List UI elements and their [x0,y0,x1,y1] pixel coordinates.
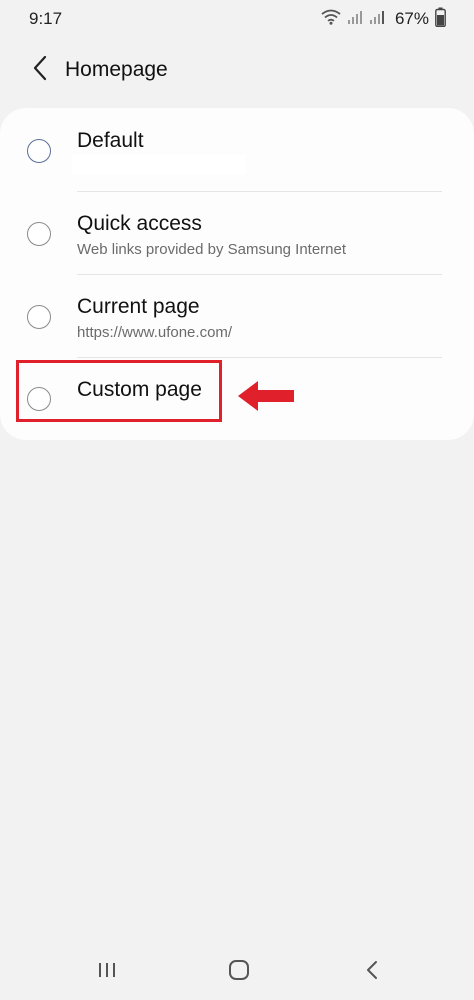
option-quick-access[interactable]: Quick access Web links provided by Samsu… [0,192,474,274]
back-icon [365,960,379,985]
option-title: Current page [77,295,200,318]
redacted-subtitle [72,155,246,175]
battery-percent: 67% [394,9,429,28]
app-header: Homepage [0,44,474,96]
status-time: 9:17 [29,9,63,28]
battery-icon [435,7,446,32]
radio-button[interactable] [27,305,51,329]
home-button[interactable] [219,954,259,990]
option-default[interactable]: Default [0,108,474,190]
system-nav-bar [0,944,474,1000]
back-button[interactable] [14,44,66,96]
signal-icon [347,9,363,30]
recents-button[interactable] [87,954,127,990]
status-bar: 9:17 67% [0,0,474,38]
nav-back-button[interactable] [352,954,392,990]
status-icons: 67% [321,7,446,32]
arrow-left-icon [236,379,296,413]
option-title: Quick access [77,212,202,235]
chevron-left-icon [32,55,48,86]
signal-icon [369,9,385,30]
recents-icon [97,961,117,984]
option-subtitle: https://www.ufone.com/ [77,324,233,341]
radio-button[interactable] [27,222,51,246]
option-title: Default [77,129,144,152]
highlight-box [16,360,222,422]
page-title: Homepage [65,58,168,81]
option-subtitle: Web links provided by Samsung Internet [77,241,347,258]
home-icon [228,959,250,986]
wifi-icon [321,9,341,30]
radio-button[interactable] [27,139,51,163]
option-current-page[interactable]: Current page https://www.ufone.com/ [0,275,474,357]
